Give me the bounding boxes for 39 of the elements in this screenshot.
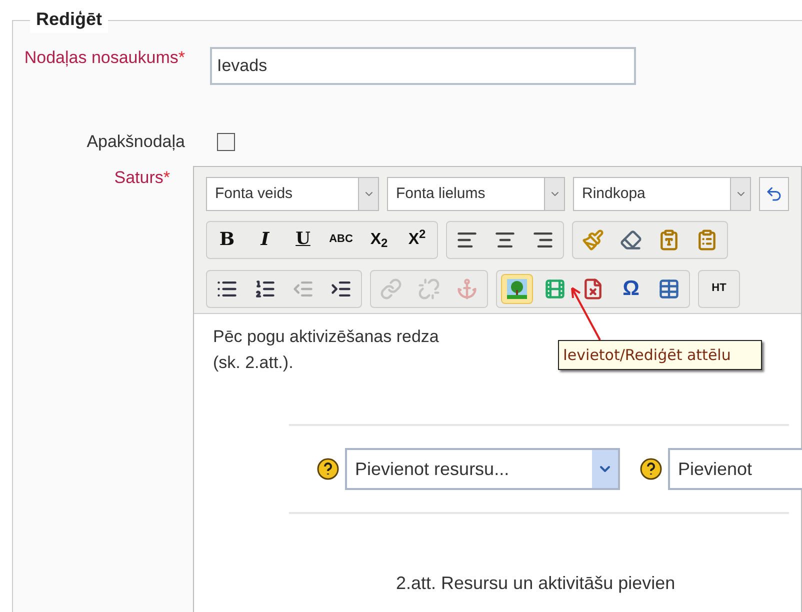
paintbrush-icon bbox=[582, 228, 604, 250]
tooltip: Ievietot/Rediģēt attēlu bbox=[558, 340, 762, 370]
bold-button[interactable]: B bbox=[211, 224, 243, 254]
checkbox[interactable] bbox=[217, 133, 235, 151]
undo-icon bbox=[765, 185, 783, 203]
link-icon bbox=[380, 278, 402, 300]
html-button[interactable]: HT bbox=[703, 274, 735, 304]
strikethrough-button[interactable]: ABC bbox=[325, 224, 357, 254]
field-label: Saturs* bbox=[114, 167, 170, 189]
help-icon[interactable] bbox=[317, 458, 339, 480]
toolbar-dropdown[interactable]: Fonta veids bbox=[206, 177, 379, 211]
help-icon[interactable] bbox=[640, 458, 662, 480]
special-character-button[interactable]: Ω bbox=[615, 274, 647, 304]
eraser-icon bbox=[620, 228, 642, 250]
numbered-list-icon bbox=[254, 278, 276, 300]
field-label: Apakšnodaļa bbox=[86, 131, 185, 153]
insert-image-button[interactable] bbox=[501, 274, 533, 304]
field-label: Nodaļas nosaukums* bbox=[24, 47, 185, 69]
add-resource-dropdown[interactable]: Pievienot resursu... bbox=[345, 448, 620, 490]
paragraph-line: (sk. 2.att.). bbox=[213, 352, 294, 374]
subscript-button[interactable]: X$_{2}$ bbox=[363, 224, 395, 254]
paragraph-line: Pēc pogu aktivizēšanas redza bbox=[213, 326, 439, 348]
add-activity-dropdown[interactable]: Pievienot bbox=[668, 448, 802, 490]
underline-button[interactable]: U bbox=[287, 224, 319, 254]
unlink-icon bbox=[418, 278, 440, 300]
clipboard-icon bbox=[658, 228, 680, 250]
film-icon bbox=[544, 278, 566, 300]
figure-caption: 2.att. Resursu un aktivitāšu pievien bbox=[396, 572, 676, 595]
table-icon bbox=[658, 278, 680, 300]
undo-button[interactable] bbox=[759, 177, 789, 211]
file-x-icon bbox=[582, 278, 604, 300]
clipboard-list-icon bbox=[696, 228, 718, 250]
toolbar-dropdown[interactable]: Fonta lielums bbox=[387, 177, 565, 211]
toolbar-dropdown[interactable]: Rindkopa bbox=[573, 177, 751, 211]
superscript-button[interactable]: X$^{2}$ bbox=[401, 224, 433, 254]
tree-picture-icon bbox=[506, 278, 528, 300]
italic-button[interactable]: I bbox=[249, 224, 281, 254]
anchor-icon bbox=[456, 278, 478, 300]
section-name-field[interactable]: Ievads bbox=[210, 47, 636, 85]
